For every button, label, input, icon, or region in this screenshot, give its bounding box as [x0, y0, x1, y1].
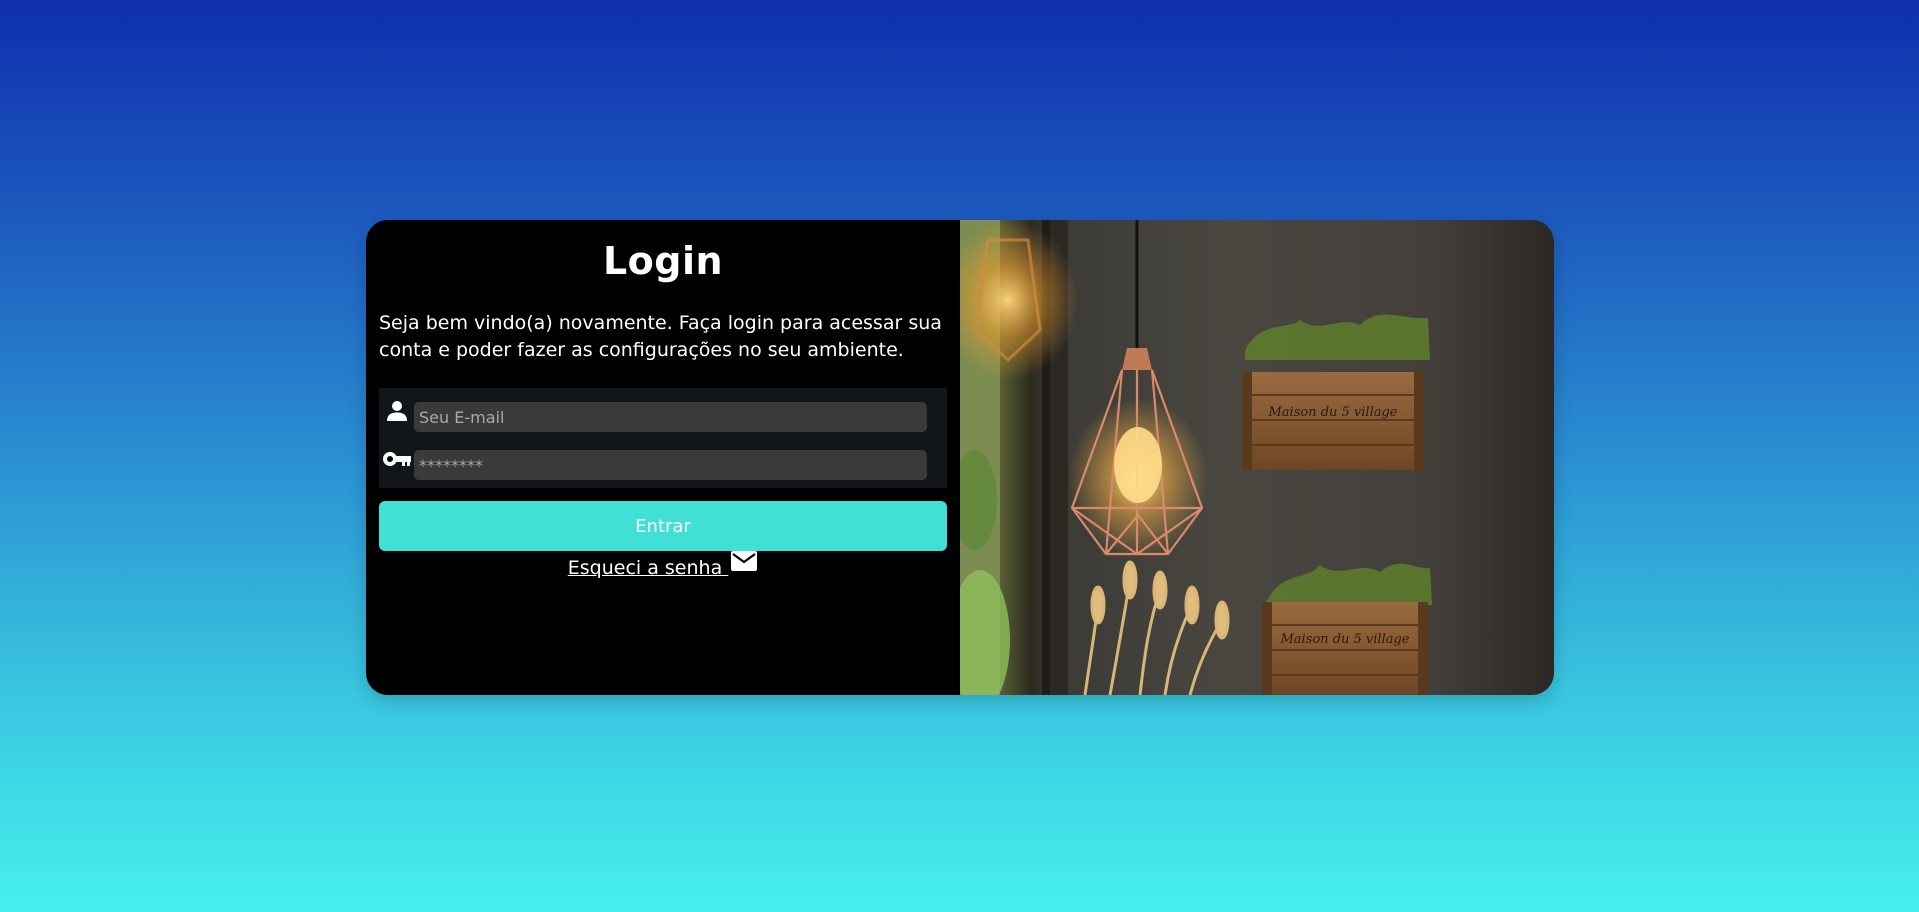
- decorative-photo: Maison du 5 village Maison du 5 village: [960, 220, 1554, 695]
- welcome-text: Seja bem vindo(a) novamente. Faça login …: [379, 312, 942, 361]
- password-row: [379, 444, 927, 484]
- login-button[interactable]: Entrar: [379, 501, 947, 551]
- password-field[interactable]: [414, 450, 927, 480]
- forgot-password-link[interactable]: Esqueci a senha: [567, 551, 759, 579]
- login-card: Login Seja bem vindo(a) novamente. Faça …: [366, 220, 1554, 695]
- forgot-password: Esqueci a senha: [379, 551, 947, 579]
- page-title: Login: [602, 239, 724, 283]
- forgot-password-label: Esqueci a senha: [567, 557, 729, 579]
- login-form-fields: [379, 388, 947, 488]
- email-row: [379, 396, 927, 436]
- login-panel: Login Seja bem vindo(a) novamente. Faça …: [366, 220, 960, 695]
- person-icon: [379, 396, 414, 426]
- mail-icon: [730, 550, 758, 572]
- email-field[interactable]: [414, 402, 927, 432]
- key-icon: [379, 444, 414, 474]
